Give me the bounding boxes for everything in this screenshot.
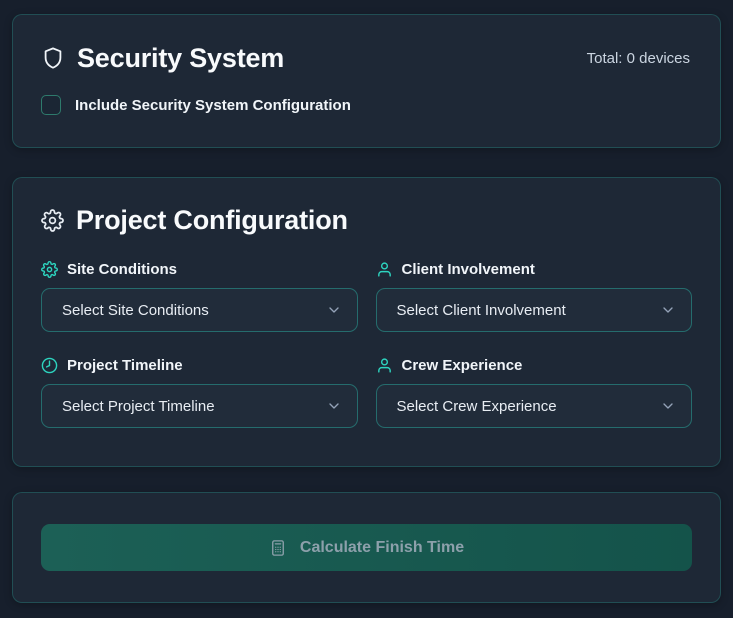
- shield-icon: [41, 45, 65, 71]
- config-fields-grid: Site Conditions Select Site Conditions: [41, 259, 692, 428]
- project-timeline-label: Project Timeline: [67, 357, 183, 374]
- person-icon: [376, 357, 393, 374]
- page: Security System Total: 0 devices Include…: [0, 0, 733, 603]
- chevron-down-icon: [660, 398, 676, 414]
- security-card-title: Security System: [77, 42, 284, 74]
- config-card-title: Project Configuration: [76, 204, 348, 236]
- field-project-timeline: Project Timeline Select Project Timeline: [41, 355, 358, 428]
- calculator-icon: [269, 539, 287, 557]
- calculate-finish-time-button[interactable]: Calculate Finish Time: [41, 524, 692, 571]
- person-icon: [376, 261, 393, 278]
- include-security-row: Include Security System Configuration: [41, 95, 690, 115]
- include-security-label: Include Security System Configuration: [75, 97, 351, 114]
- site-conditions-select[interactable]: Select Site Conditions: [41, 288, 358, 332]
- clock-icon: [41, 357, 58, 374]
- field-site-conditions: Site Conditions Select Site Conditions: [41, 259, 358, 332]
- chevron-down-icon: [326, 302, 342, 318]
- security-title-group: Security System: [41, 42, 284, 74]
- field-crew-experience: Crew Experience Select Crew Experience: [376, 355, 693, 428]
- crew-experience-label: Crew Experience: [402, 357, 523, 374]
- gear-icon: [41, 209, 64, 232]
- client-involvement-select[interactable]: Select Client Involvement: [376, 288, 693, 332]
- security-system-card: Security System Total: 0 devices Include…: [12, 14, 721, 148]
- field-client-involvement: Client Involvement Select Client Involve…: [376, 259, 693, 332]
- site-conditions-label: Site Conditions: [67, 261, 177, 278]
- chevron-down-icon: [660, 302, 676, 318]
- project-timeline-select[interactable]: Select Project Timeline: [41, 384, 358, 428]
- chevron-down-icon: [326, 398, 342, 414]
- crew-experience-select[interactable]: Select Crew Experience: [376, 384, 693, 428]
- include-security-checkbox[interactable]: [41, 95, 61, 115]
- action-card: Calculate Finish Time: [12, 492, 721, 603]
- gear-icon: [41, 261, 58, 278]
- calculate-button-label: Calculate Finish Time: [300, 539, 464, 557]
- total-devices-text: Total: 0 devices: [587, 50, 690, 67]
- client-involvement-label: Client Involvement: [402, 261, 535, 278]
- security-card-header: Security System Total: 0 devices: [41, 42, 690, 74]
- config-title-group: Project Configuration: [41, 204, 692, 236]
- project-configuration-card: Project Configuration Site Conditions Se…: [12, 177, 721, 467]
